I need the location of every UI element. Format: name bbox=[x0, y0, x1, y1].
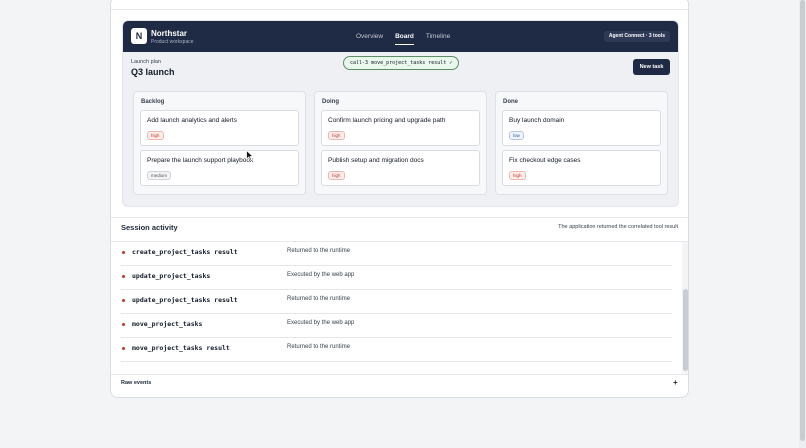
event-name: update_project_tasks result bbox=[132, 296, 238, 304]
task-title: Publish setup and migration docs bbox=[328, 157, 424, 164]
tab-board[interactable]: Board bbox=[395, 21, 414, 52]
priority-badge: low bbox=[509, 131, 524, 140]
column-backlog: Backlog Add launch analytics and alerts … bbox=[133, 91, 306, 195]
page-scrollbar-thumb[interactable] bbox=[800, 0, 805, 441]
priority-badge: high bbox=[147, 131, 164, 140]
tab-bar: Overview Board Timeline bbox=[356, 21, 450, 52]
event-description: Returned to the runtime bbox=[287, 296, 351, 302]
column-title: Done bbox=[503, 99, 518, 105]
tool-call-status-pill: call-3 move_project_tasks result ✓ bbox=[343, 56, 460, 70]
task-card[interactable]: Add launch analytics and alerts high bbox=[140, 110, 299, 146]
session-status-note: The application returned the correlated … bbox=[558, 224, 678, 230]
event-row: create_project_tasks result Returned to … bbox=[121, 242, 672, 266]
session-panel: N Northstar Product workspace Overview B… bbox=[110, 0, 689, 398]
event-description: Executed by the web app bbox=[287, 320, 355, 326]
status-dot-icon bbox=[122, 323, 125, 326]
event-name: update_project_tasks bbox=[132, 272, 211, 280]
divider bbox=[111, 9, 688, 10]
priority-badge: medium bbox=[147, 171, 172, 180]
task-card[interactable]: Fix checkout edge cases high bbox=[502, 150, 661, 186]
agent-connect-badge: Agent Connect · 3 tools bbox=[603, 31, 670, 42]
status-dot-icon bbox=[122, 299, 125, 302]
brand-subtitle: Product workspace bbox=[151, 39, 194, 45]
task-card[interactable]: Confirm launch pricing and upgrade path … bbox=[321, 110, 480, 146]
divider bbox=[111, 374, 688, 375]
task-card[interactable]: Prepare the launch support playbook medi… bbox=[140, 150, 299, 186]
embedded-app: N Northstar Product workspace Overview B… bbox=[122, 20, 679, 207]
session-activity-title: Session activity bbox=[121, 223, 178, 232]
mouse-cursor-icon bbox=[246, 150, 254, 161]
task-title: Add launch analytics and alerts bbox=[147, 117, 237, 124]
priority-badge: high bbox=[328, 171, 345, 180]
expand-plus-icon[interactable]: + bbox=[673, 378, 678, 387]
status-dot-icon bbox=[122, 275, 125, 278]
event-row: update_project_tasks result Returned to … bbox=[121, 290, 672, 314]
event-row: move_project_tasks Executed by the web a… bbox=[121, 314, 672, 338]
status-dot-icon bbox=[122, 347, 125, 350]
event-log-scrollbar-thumb[interactable] bbox=[683, 289, 688, 371]
tab-overview[interactable]: Overview bbox=[356, 21, 383, 52]
app-header: N Northstar Product workspace Overview B… bbox=[123, 21, 678, 52]
task-title: Fix checkout edge cases bbox=[509, 157, 581, 164]
logo: N bbox=[131, 28, 147, 44]
column-done: Done Buy launch domain low Fix checkout … bbox=[495, 91, 668, 195]
event-name: create_project_tasks result bbox=[132, 248, 238, 256]
event-log: create_project_tasks result Returned to … bbox=[111, 242, 680, 374]
priority-badge: high bbox=[328, 131, 345, 140]
task-title: Confirm launch pricing and upgrade path bbox=[328, 117, 446, 124]
brand-name: Northstar bbox=[151, 29, 188, 38]
event-row: update_project_tasks Executed by the web… bbox=[121, 266, 672, 290]
event-row: move_project_tasks result Returned to th… bbox=[121, 338, 672, 362]
task-card[interactable]: Publish setup and migration docs high bbox=[321, 150, 480, 186]
task-title: Prepare the launch support playbook bbox=[147, 157, 254, 164]
event-description: Executed by the web app bbox=[287, 272, 355, 278]
status-dot-icon bbox=[122, 251, 125, 254]
plan-title: Q3 launch bbox=[131, 67, 175, 77]
divider bbox=[111, 217, 688, 218]
event-description: Returned to the runtime bbox=[287, 248, 351, 254]
new-task-button[interactable]: New task bbox=[633, 59, 670, 75]
event-name: move_project_tasks bbox=[132, 320, 203, 328]
event-name: move_project_tasks result bbox=[132, 344, 230, 352]
priority-badge: high bbox=[509, 171, 526, 180]
task-title: Buy launch domain bbox=[509, 117, 565, 124]
kanban-board: Backlog Add launch analytics and alerts … bbox=[133, 91, 668, 195]
task-card[interactable]: Buy launch domain low bbox=[502, 110, 661, 146]
column-doing: Doing Confirm launch pricing and upgrade… bbox=[314, 91, 487, 195]
tab-timeline[interactable]: Timeline bbox=[426, 21, 450, 52]
column-title: Backlog bbox=[141, 99, 165, 105]
event-description: Returned to the runtime bbox=[287, 344, 351, 350]
column-title: Doing bbox=[322, 99, 339, 105]
raw-events-toggle[interactable]: Raw events bbox=[121, 380, 151, 386]
plan-kicker: Launch plan bbox=[131, 59, 161, 65]
